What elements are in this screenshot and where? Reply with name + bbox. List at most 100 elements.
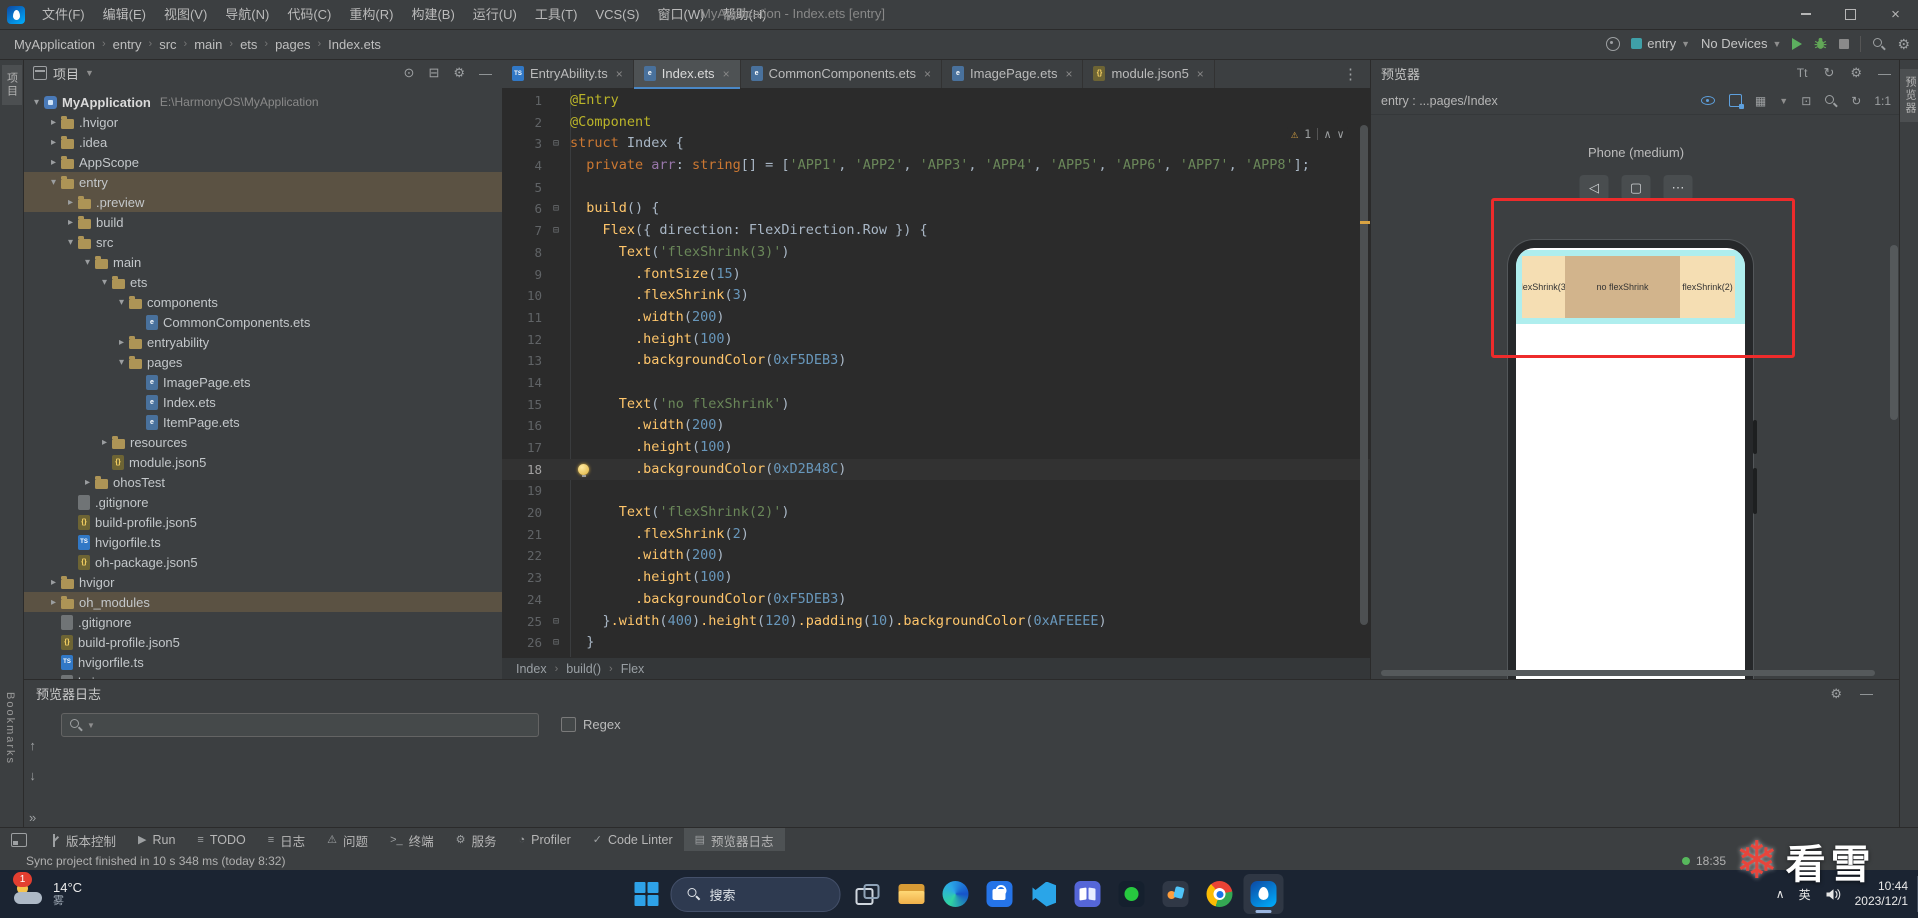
- breadcrumb-item[interactable]: ets: [240, 37, 257, 52]
- weather-widget[interactable]: 14°C 雾: [0, 880, 82, 909]
- device-selector[interactable]: No Devices ▼: [1701, 36, 1781, 51]
- scrollbar-thumb[interactable]: [1360, 125, 1368, 625]
- menu-item[interactable]: 视图(V): [155, 1, 216, 29]
- tray-expand-icon[interactable]: ∧: [1776, 887, 1785, 901]
- stop-button[interactable]: [1839, 38, 1850, 49]
- tree-row[interactable]: ▾ pages: [23, 352, 502, 372]
- panel-options-icon[interactable]: ⚙: [453, 65, 465, 81]
- tree-chevron-icon[interactable]: ▾: [29, 97, 44, 108]
- taskbar-app-file-explorer[interactable]: [892, 874, 932, 914]
- more-tools-icon[interactable]: »: [29, 810, 36, 825]
- device-target-icon[interactable]: [1606, 36, 1621, 51]
- menu-item[interactable]: 导航(N): [216, 1, 278, 29]
- multi-preview-grid-icon[interactable]: ▦: [1755, 94, 1766, 108]
- tree-row[interactable]: ▸ resources: [23, 432, 502, 452]
- previewer-hscrollbar[interactable]: [1381, 670, 1875, 676]
- input-language-indicator[interactable]: 英: [1799, 886, 1811, 903]
- previewer-vscrollbar[interactable]: [1890, 245, 1898, 420]
- taskbar-app-media-app[interactable]: [1156, 874, 1196, 914]
- collapse-all-icon[interactable]: ⊟: [428, 65, 439, 81]
- tree-chevron-icon[interactable]: ▸: [46, 117, 61, 128]
- editor-tab[interactable]: e Index.ets ×: [633, 59, 741, 89]
- tree-row[interactable]: ▾ MyApplication E:\HarmonyOS\MyApplication: [23, 92, 502, 112]
- tree-chevron-icon[interactable]: ▸: [63, 197, 78, 208]
- prev-warning-icon[interactable]: ∧: [1324, 127, 1331, 141]
- menu-item[interactable]: 文件(F): [33, 1, 94, 29]
- tree-row[interactable]: ▸ oh_modules: [23, 592, 502, 612]
- rotate-device-icon[interactable]: ↻: [1851, 94, 1861, 108]
- taskbar-app-green-app[interactable]: [1112, 874, 1152, 914]
- tree-row[interactable]: TS hvigorfile.ts: [23, 652, 502, 672]
- taskbar-app-task-view[interactable]: [848, 874, 888, 914]
- editor-breadcrumb-item[interactable]: Index: [516, 662, 547, 676]
- debug-button[interactable]: [1813, 36, 1828, 51]
- menu-item[interactable]: 重构(R): [340, 1, 402, 29]
- stripe-tab-bookmarks[interactable]: Bookmarks: [2, 685, 18, 772]
- tree-chevron-icon[interactable]: ▾: [63, 237, 78, 248]
- maximize-button[interactable]: [1828, 0, 1873, 28]
- taskbar-app-edge[interactable]: [936, 874, 976, 914]
- tree-row[interactable]: ▾ entry: [23, 172, 502, 192]
- tool-window-button[interactable]: ◔ Profiler: [508, 828, 582, 852]
- editor-breadcrumb-item[interactable]: build(): [566, 662, 601, 676]
- tree-row[interactable]: {} build-profile.json5: [23, 632, 502, 652]
- inspection-widget[interactable]: ⚠ 1 ∧ ∨: [1286, 126, 1348, 142]
- tab-options-icon[interactable]: ⋮: [1331, 65, 1370, 83]
- tree-chevron-icon[interactable]: ▸: [46, 137, 61, 148]
- tree-row[interactable]: e CommonComponents.ets: [23, 312, 502, 332]
- tool-window-button[interactable]: ⚙ 服务: [445, 828, 508, 852]
- taskbar-search[interactable]: 搜索: [670, 876, 841, 912]
- hide-panel-icon[interactable]: —: [479, 66, 492, 81]
- tree-chevron-icon[interactable]: ▾: [80, 257, 95, 268]
- tree-chevron-icon[interactable]: ▸: [97, 437, 112, 448]
- scroll-up-icon[interactable]: ↑: [29, 738, 36, 753]
- tab-close-icon[interactable]: ×: [1065, 67, 1072, 81]
- search-everywhere-icon[interactable]: [1872, 37, 1886, 51]
- tree-chevron-icon[interactable]: ▾: [114, 357, 129, 368]
- tree-row[interactable]: e ImagePage.ets: [23, 372, 502, 392]
- breadcrumb-item[interactable]: entry: [113, 37, 142, 52]
- run-config-selector[interactable]: entry ▼: [1631, 36, 1690, 51]
- warning-stripe-mark[interactable]: [1360, 221, 1370, 224]
- chevron-down-icon[interactable]: ▼: [85, 68, 94, 78]
- breadcrumb-item[interactable]: MyApplication: [14, 37, 95, 52]
- taskbar-app-vscode[interactable]: [1024, 874, 1064, 914]
- breadcrumb-item[interactable]: main: [194, 37, 222, 52]
- tree-row[interactable]: ▸ AppScope: [23, 152, 502, 172]
- stripe-tab-project[interactable]: 项目: [1, 65, 22, 105]
- editor-tab[interactable]: e CommonComponents.ets ×: [741, 59, 942, 88]
- tree-row[interactable]: ▸ .preview: [23, 192, 502, 212]
- editor-tab[interactable]: e ImagePage.ets ×: [942, 59, 1084, 88]
- minimize-button[interactable]: [1783, 0, 1828, 28]
- run-button[interactable]: [1792, 37, 1803, 50]
- tree-chevron-icon[interactable]: ▸: [63, 217, 78, 228]
- volume-icon[interactable]: [1825, 888, 1841, 901]
- previewer-settings-icon[interactable]: ⚙: [1850, 65, 1862, 81]
- preview-eye-icon[interactable]: [1700, 94, 1716, 107]
- tree-row[interactable]: hvigorw: [23, 672, 502, 679]
- tree-row[interactable]: ▸ hvigor: [23, 572, 502, 592]
- fold-marker-icon[interactable]: ⊟: [542, 198, 570, 220]
- tab-close-icon[interactable]: ×: [616, 67, 623, 81]
- tree-chevron-icon[interactable]: ▸: [46, 157, 61, 168]
- close-button[interactable]: ×: [1873, 0, 1918, 28]
- start-button[interactable]: [634, 881, 660, 907]
- taskbar-app-reader-app[interactable]: [1068, 874, 1108, 914]
- tree-row[interactable]: {} module.json5: [23, 452, 502, 472]
- zoom-scale-label[interactable]: 1:1: [1874, 94, 1891, 108]
- tree-row[interactable]: ▸ .hvigor: [23, 112, 502, 132]
- tree-row[interactable]: .gitignore: [23, 492, 502, 512]
- editor-scrollbar[interactable]: [1358, 121, 1370, 635]
- stripe-tab-previewer[interactable]: 预览器: [1900, 69, 1918, 122]
- fold-marker-icon[interactable]: ⊟: [542, 133, 570, 155]
- hide-log-icon[interactable]: —: [1860, 686, 1873, 701]
- text-toggle-icon[interactable]: Tt: [1797, 66, 1808, 80]
- code-editor[interactable]: 1 @Entry 2 @Component 3 ⊟ struct Index {4 priv…: [502, 90, 1370, 657]
- chevron-down-icon[interactable]: ▼: [1779, 96, 1788, 106]
- fold-marker-icon[interactable]: ⊟: [542, 220, 570, 242]
- tool-window-button[interactable]: ✓ Code Linter: [582, 828, 684, 852]
- tab-close-icon[interactable]: ×: [924, 67, 931, 81]
- tree-chevron-icon[interactable]: ▸: [80, 477, 95, 488]
- menu-item[interactable]: VCS(S): [586, 1, 648, 29]
- tree-row[interactable]: ▾ ets: [23, 272, 502, 292]
